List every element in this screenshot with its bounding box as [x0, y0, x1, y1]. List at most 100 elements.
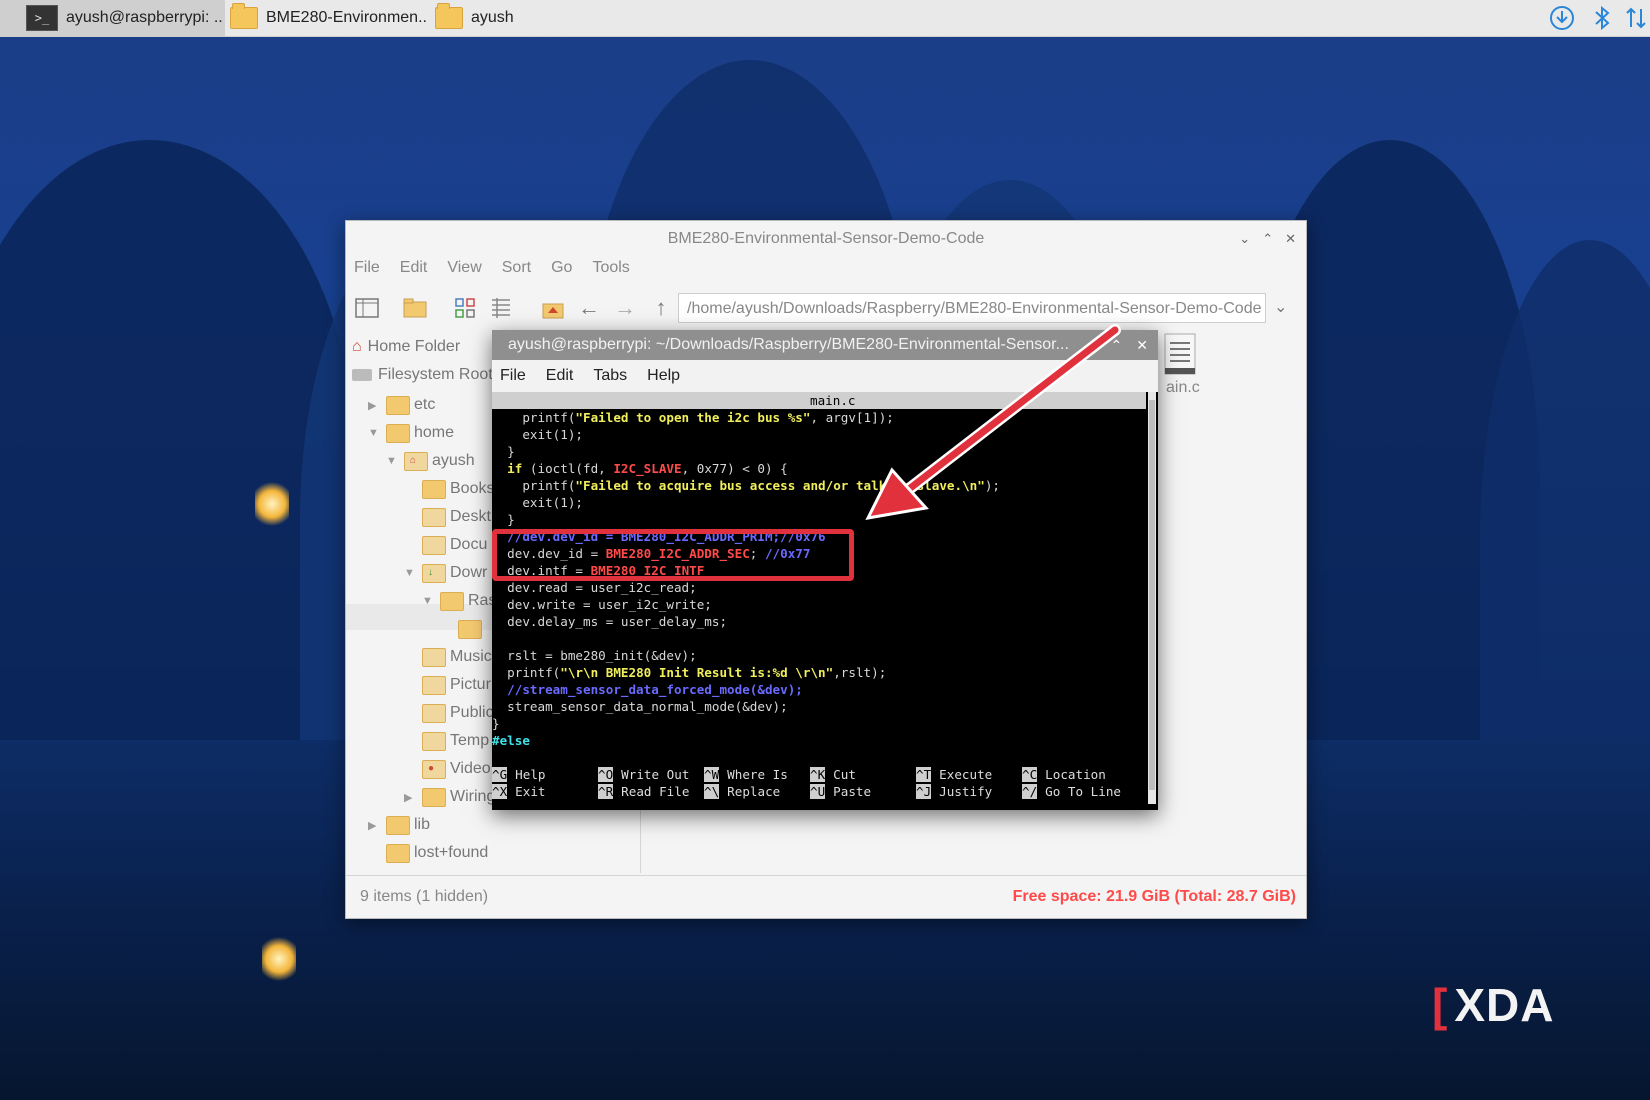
- tree-item-public[interactable]: Public: [422, 701, 494, 725]
- shortcut-go-to-line: ^/Go To Line: [1022, 784, 1121, 799]
- code-line: }: [492, 512, 515, 527]
- up-icon[interactable]: ↑: [646, 293, 676, 323]
- home-folder-icon: ⌂: [404, 451, 428, 471]
- menu-view[interactable]: View: [447, 259, 481, 277]
- toolbar: ← → ↑ /home/ayush/Downloads/Raspberry/BM…: [346, 285, 1306, 331]
- close-icon[interactable]: ✕: [1285, 231, 1296, 247]
- tree-item-videos[interactable]: ● Video: [422, 757, 491, 781]
- folder-icon: [386, 843, 410, 863]
- place-filesystem-root[interactable]: Filesystem Root: [352, 363, 493, 387]
- new-folder-icon[interactable]: [400, 293, 430, 323]
- chevron-down-icon[interactable]: ⌄: [1274, 297, 1287, 317]
- chevron-down-icon[interactable]: ▼: [404, 567, 418, 579]
- tree-item-bme280[interactable]: [458, 617, 486, 641]
- folder-icon: [422, 479, 446, 499]
- tree-item-music[interactable]: Music: [422, 645, 492, 669]
- code-line: dev.read = user_i2c_read;: [492, 580, 697, 595]
- tree-item-ayush[interactable]: ▼ ⌂ ayush: [386, 449, 475, 473]
- nano-filename: main.c: [810, 393, 856, 408]
- tree-item-lost-found[interactable]: lost+found: [386, 841, 488, 865]
- drive-icon: [352, 369, 372, 381]
- window-controls: ⌄ ⌃ ✕: [1239, 221, 1296, 257]
- videos-folder-icon: ●: [422, 759, 446, 779]
- menu-file[interactable]: File: [354, 259, 380, 277]
- shortcut-help: ^G Help: [492, 767, 546, 782]
- menu-tabs[interactable]: Tabs: [593, 367, 627, 385]
- forward-icon[interactable]: →: [610, 293, 640, 323]
- tree-item-pictures[interactable]: Pictur: [422, 673, 491, 697]
- shortcut-replace: ^\ Replace: [704, 784, 781, 799]
- chevron-down-icon[interactable]: ▼: [422, 595, 436, 607]
- home-icon: ⌂: [352, 338, 362, 355]
- menu-edit[interactable]: Edit: [546, 367, 574, 385]
- network-icon[interactable]: [1622, 4, 1650, 32]
- shortcut-read-file: ^R Read File: [598, 784, 690, 799]
- taskbar-item-label: BME280-Environmen..: [266, 9, 427, 26]
- taskbar-item-file-manager[interactable]: BME280-Environmen..: [230, 0, 430, 36]
- shortcut-where-is: ^W Where Is: [704, 767, 788, 782]
- menu-help[interactable]: Help: [647, 367, 680, 385]
- terminal-title: ayush@raspberrypi: ~/Downloads/Raspberry…: [508, 336, 1069, 353]
- chevron-right-icon[interactable]: ▶: [368, 819, 382, 832]
- lantern-light: [255, 480, 289, 528]
- nano-header: GNU nano 7.2 main.c: [492, 392, 1146, 425]
- code-line: exit(1);: [492, 427, 583, 442]
- download-icon[interactable]: [1546, 4, 1578, 32]
- menu-tools[interactable]: Tools: [592, 259, 629, 277]
- tree-item-raspberry[interactable]: ▼ Ras: [422, 589, 496, 613]
- menu-sort[interactable]: Sort: [502, 259, 531, 277]
- code-line: dev.delay_ms = user_delay_ms;: [492, 614, 728, 629]
- code-line: printf("Failed to acquire bus access and…: [492, 478, 1001, 493]
- minimize-icon[interactable]: ⌄: [1239, 231, 1250, 247]
- taskbar-item-home[interactable]: ayush: [435, 0, 535, 36]
- back-icon[interactable]: ←: [574, 293, 604, 323]
- tree-item-wiring[interactable]: ▶ Wiring: [404, 785, 495, 809]
- path-input[interactable]: /home/ayush/Downloads/Raspberry/BME280-E…: [678, 293, 1266, 323]
- taskbar-item-terminal[interactable]: >_ ayush@raspberrypi: ..: [0, 0, 225, 36]
- taskbar-item-label: ayush@raspberrypi: ..: [66, 9, 223, 26]
- code-line: dev.write = user_i2c_write;: [492, 597, 712, 612]
- chevron-down-icon[interactable]: ▼: [386, 455, 400, 467]
- menu-file[interactable]: File: [500, 367, 526, 385]
- taskbar-item-label: ayush: [471, 9, 514, 26]
- file-item-main-c[interactable]: ain.c: [1156, 333, 1216, 403]
- chevron-right-icon[interactable]: ▶: [404, 791, 418, 804]
- list-view-icon[interactable]: [486, 293, 516, 323]
- tree-item-documents[interactable]: Docu: [422, 533, 487, 557]
- close-icon[interactable]: ✕: [1136, 330, 1148, 360]
- tree-item-desktop[interactable]: Deskt: [422, 505, 491, 529]
- folder-icon: [440, 591, 464, 611]
- tree-item-etc[interactable]: ▶ etc: [368, 393, 435, 417]
- shortcut-write-out: ^O Write Out: [598, 767, 690, 782]
- scrollbar-thumb[interactable]: [1149, 400, 1155, 790]
- folder-icon: [386, 423, 410, 443]
- status-free-space: Free space: 21.9 GiB (Total: 28.7 GiB): [1012, 888, 1296, 905]
- public-folder-icon: [422, 703, 446, 723]
- terminal-menu-bar: File Edit Tabs Help: [492, 360, 1158, 392]
- icon-view-icon[interactable]: [450, 293, 480, 323]
- tree-item-books[interactable]: Books: [422, 477, 494, 501]
- menu-go[interactable]: Go: [551, 259, 572, 277]
- home-icon[interactable]: [538, 293, 568, 323]
- sidebar-toggle-icon[interactable]: [352, 293, 382, 323]
- chevron-right-icon[interactable]: ▶: [368, 399, 382, 412]
- code-line: }: [492, 716, 500, 731]
- maximize-icon[interactable]: ⌃: [1262, 231, 1273, 247]
- menu-bar: File Edit View Sort Go Tools: [354, 259, 630, 277]
- tree-item-templates[interactable]: Temp: [422, 729, 489, 753]
- folder-icon: [435, 3, 463, 29]
- code-line: //stream_sensor_data_forced_mode(&dev);: [492, 682, 803, 697]
- folder-icon: [230, 3, 258, 29]
- tree-item-lib[interactable]: ▶ lib: [368, 813, 430, 837]
- bluetooth-icon[interactable]: [1588, 4, 1616, 32]
- tree-item-home[interactable]: ▼ home: [368, 421, 454, 445]
- menu-edit[interactable]: Edit: [400, 259, 428, 277]
- tree-item-downloads[interactable]: ▼ ↓ Dowr: [404, 561, 487, 585]
- status-bar: 9 items (1 hidden) Free space: 21.9 GiB …: [346, 875, 1306, 918]
- place-home-folder[interactable]: ⌂ Home Folder: [352, 335, 460, 359]
- chevron-down-icon[interactable]: ▼: [368, 427, 382, 439]
- maximize-icon[interactable]: ⌃: [1111, 330, 1123, 360]
- nano-editor[interactable]: GNU nano 7.2 main.c printf("Failed to op…: [492, 392, 1146, 810]
- folder-icon: [386, 815, 410, 835]
- terminal-scrollbar[interactable]: [1148, 392, 1156, 804]
